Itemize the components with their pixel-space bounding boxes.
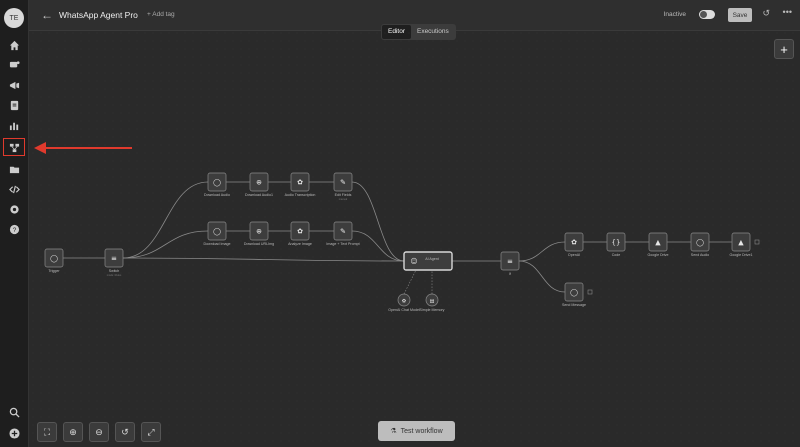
openai-icon: ✿ (297, 178, 303, 186)
node-label: OpenAI (568, 253, 580, 257)
workflow-node[interactable]: ☺ AI Agent (403, 251, 453, 271)
sidebar: TE ? (0, 0, 29, 447)
test-workflow-button[interactable]: ⚗ Test workflow (378, 421, 455, 441)
workflow-canvas[interactable]: ◯ Trigger ≡ Switchmode: Rules ◯ Download Audi… (29, 31, 800, 447)
node-label: Edit Fields (335, 193, 352, 197)
node-label: OpenAI Chat Model (388, 308, 420, 312)
whatsapp-icon: ◯ (213, 178, 221, 186)
node-label: Trigger (48, 269, 60, 273)
openai-icon: ✿ (297, 227, 303, 235)
workflow-title[interactable]: WhatsApp Agent Pro (59, 10, 138, 20)
home-icon[interactable] (6, 37, 22, 53)
drive-icon: ▲ (738, 238, 744, 246)
node-label: Download Audio1 (245, 193, 273, 197)
workflow-node[interactable]: ◯ Send Audio (690, 232, 710, 257)
workflow-node[interactable]: ◯ Send Message (562, 282, 586, 307)
switch-icon: ≡ (111, 254, 117, 262)
node-label: Switch (109, 269, 120, 273)
node-subtitle: mode: Rules (107, 273, 122, 277)
add-icon[interactable] (6, 425, 22, 441)
node-label: Download URLImg (244, 242, 274, 246)
folder-icon[interactable] (6, 161, 22, 177)
history-icon[interactable]: ↺ (762, 8, 770, 19)
help-icon[interactable]: ? (6, 221, 22, 237)
node-label: Audio Transcription (285, 193, 316, 197)
whatsapp-icon: ◯ (696, 238, 704, 246)
whatsapp-icon: ◯ (570, 288, 578, 296)
node-label: Download Image (204, 242, 231, 246)
pencil-icon: ✎ (340, 178, 346, 186)
workflow-node[interactable]: ▲ Google Drive1 (730, 232, 753, 257)
more-options-icon[interactable]: ••• (783, 7, 792, 17)
chat-icon[interactable] (6, 57, 22, 73)
whatsapp-icon: ◯ (50, 254, 58, 262)
openai-icon: ✿ (571, 238, 577, 246)
globe-icon: ⊕ (256, 227, 262, 235)
document-icon[interactable] (6, 97, 22, 113)
tidy-up-button[interactable]: ⤢ (141, 422, 161, 442)
flask-icon: ⚗ (390, 428, 397, 435)
save-button[interactable]: Save (728, 8, 752, 22)
memory-icon: ▤ (430, 298, 435, 304)
workflow-icon[interactable] (6, 139, 22, 155)
back-arrow-icon[interactable]: ← (41, 8, 53, 22)
status-label: Inactive (663, 11, 686, 18)
node-label: Simple Memory (420, 308, 445, 312)
avatar[interactable]: TE (4, 8, 24, 28)
whatsapp-icon: ◯ (213, 227, 221, 235)
robot-icon: ☺ (410, 257, 417, 265)
workflow-node[interactable]: ✎ Edit Fieldsmanual (333, 172, 353, 201)
add-node-button[interactable]: + (774, 39, 794, 59)
pencil-icon: ✎ (340, 227, 346, 235)
node-label: Send Message (562, 303, 586, 307)
node-label: Google Drive (648, 253, 669, 257)
code-icon: {} (612, 238, 621, 246)
node-label: If (509, 272, 511, 276)
megaphone-icon[interactable] (6, 77, 22, 93)
workflow-node[interactable]: ◯ Download Audio (204, 172, 230, 197)
reset-zoom-button[interactable]: ↺ (115, 422, 135, 442)
node-subtitle: manual (339, 197, 348, 201)
svg-text:?: ? (12, 226, 16, 233)
workflow-node[interactable]: ▲ Google Drive (648, 232, 669, 257)
node-label: Send Audio (691, 253, 709, 257)
code-icon[interactable] (6, 181, 22, 197)
globe-icon: ⊕ (256, 178, 262, 186)
search-icon[interactable] (6, 404, 22, 420)
zoom-out-button[interactable]: ⊖ (89, 422, 109, 442)
test-workflow-label: Test workflow (400, 427, 443, 435)
node-label: Image + Text Prompt (326, 242, 359, 246)
switch-icon: ≡ (507, 257, 513, 265)
gear-icon[interactable] (6, 201, 22, 217)
zoom-in-button[interactable]: ⊕ (63, 422, 83, 442)
node-label: Analyze Image (288, 242, 312, 246)
drive-icon: ▲ (655, 238, 661, 246)
add-tag-link[interactable]: + Add tag (147, 11, 175, 18)
fit-view-button[interactable]: ⛶ (37, 422, 57, 442)
node-label: AI Agent (425, 257, 439, 261)
active-toggle[interactable] (699, 10, 715, 19)
node-label: Download Audio (204, 193, 230, 197)
openai-icon: ✿ (402, 298, 406, 304)
node-label: Google Drive1 (730, 253, 753, 257)
node-label: Code (612, 253, 621, 257)
chart-icon[interactable] (6, 117, 22, 133)
workflow-node[interactable]: ✿ Analyze Image (288, 221, 312, 246)
